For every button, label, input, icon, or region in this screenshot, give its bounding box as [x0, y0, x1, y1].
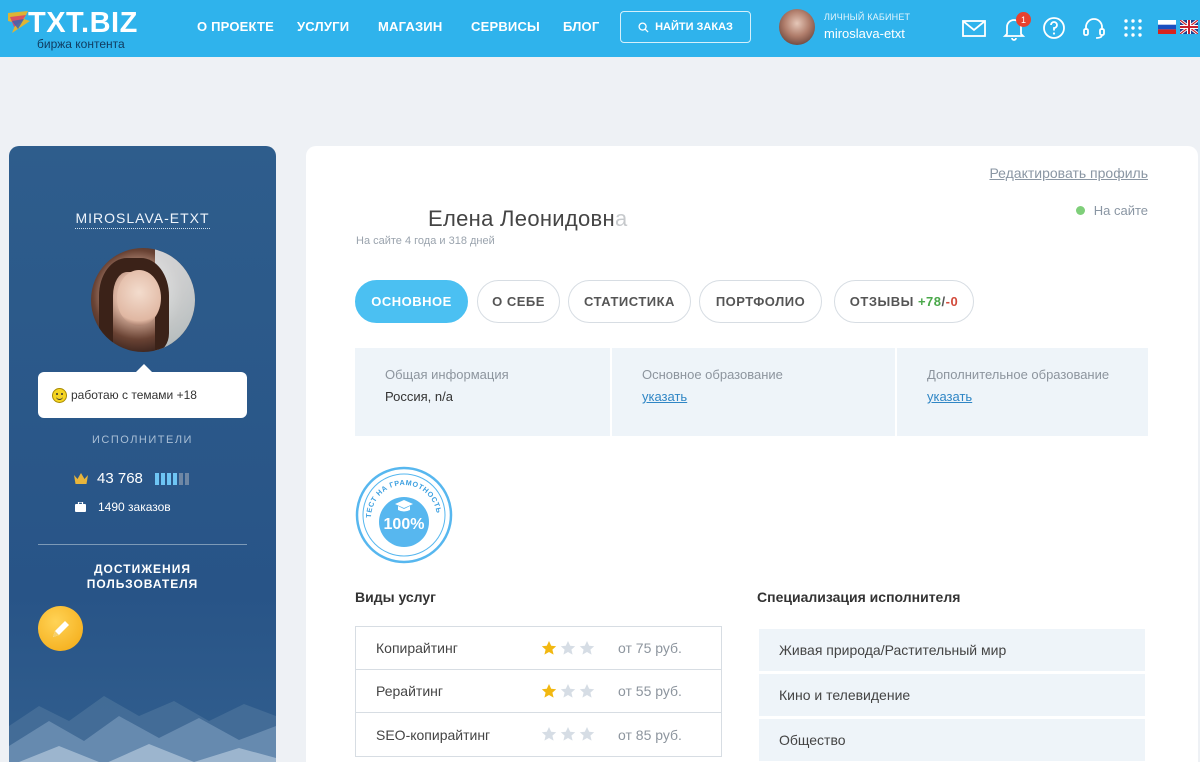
apps-grid-icon[interactable]: [1120, 15, 1146, 41]
themes-tooltip-text: работаю с темами +18: [71, 388, 197, 402]
service-stars: [541, 683, 595, 699]
cabinet-caption: ЛИЧНЫЙ КАБИНЕТ: [824, 12, 911, 22]
star-icon: [579, 727, 595, 741]
mail-icon[interactable]: [961, 15, 987, 41]
star-icon: [541, 641, 557, 655]
sidebar-username[interactable]: MIROSLAVA-ETXT: [9, 210, 276, 229]
crown-icon: [74, 473, 88, 484]
rating-row: 43 768: [73, 470, 189, 487]
specialization-title: Специализация исполнителя: [757, 589, 961, 605]
service-stars: [541, 726, 595, 742]
profile-name: Елена Леонидовна: [428, 206, 628, 231]
tab-reviews[interactable]: ОТЗЫВЫ +78/-0: [834, 280, 974, 323]
online-status: На сайте: [1075, 203, 1148, 218]
search-icon: [638, 21, 649, 33]
nav-tools[interactable]: СЕРВИСЫ: [471, 19, 540, 34]
mountains-illustration: [9, 696, 276, 762]
extra-education-info: Дополнительное образование указать: [897, 348, 1148, 436]
nav-about[interactable]: О ПРОЕКТЕ: [197, 19, 274, 34]
education-specify-link[interactable]: указать: [642, 389, 687, 404]
star-icon: [579, 641, 595, 655]
nav-shop[interactable]: МАГАЗИН: [378, 19, 442, 34]
achievements-title: ДОСТИЖЕНИЯ ПОЛЬЗОВАТЕЛЯ: [86, 562, 199, 591]
notification-badge: 1: [1016, 12, 1031, 27]
general-info-value: Россия, n/a: [385, 389, 453, 404]
smile-icon: [52, 387, 67, 403]
service-row: Рерайтинг от 55 руб.: [356, 670, 721, 713]
star-icon: [560, 684, 576, 698]
briefcase-icon: [75, 502, 86, 512]
edit-profile-link[interactable]: Редактировать профиль: [989, 165, 1148, 181]
service-stars: [541, 640, 595, 656]
orders-row: 1490 заказов: [75, 500, 171, 514]
themes-tooltip: работаю с темами +18: [38, 364, 247, 418]
logo-text: TXT.BIZ: [28, 7, 138, 39]
find-order-label: НАЙТИ ЗАКАЗ: [655, 21, 733, 33]
info-panel: Общая информация Россия, n/a Основное об…: [355, 348, 1148, 436]
help-icon[interactable]: [1041, 15, 1067, 41]
tab-main[interactable]: ОСНОВНОЕ: [355, 280, 468, 323]
specialization-item[interactable]: Общество: [759, 719, 1145, 761]
profile-card: Редактировать профиль На сайте Елена Лео…: [306, 146, 1198, 762]
orders-count: 1490 заказов: [98, 500, 171, 514]
cabinet-username[interactable]: miroslava-etxt: [824, 26, 905, 41]
star-icon: [579, 684, 595, 698]
profile-sidebar: MIROSLAVA-ETXT работаю с темами +18 ИСПО…: [9, 146, 276, 762]
flag-en-icon[interactable]: [1180, 20, 1198, 34]
education-info: Основное образование указать: [612, 348, 895, 436]
star-icon: [560, 641, 576, 655]
headset-icon[interactable]: [1081, 15, 1107, 41]
site-logo[interactable]: TXT.BIZ биржа контента: [6, 6, 166, 52]
star-icon: [541, 727, 557, 741]
sidebar-divider: [38, 544, 247, 545]
service-name: Рерайтинг: [376, 683, 443, 699]
extra-education-label: Дополнительное образование: [927, 367, 1110, 382]
online-dot-icon: [1075, 206, 1085, 215]
service-row: Копирайтинг от 75 руб.: [356, 627, 721, 670]
tab-about[interactable]: О СЕБЕ: [477, 280, 560, 323]
specialization-item[interactable]: Живая природа/Растительный мир: [759, 629, 1145, 671]
specialization-list: Живая природа/Растительный мир Кино и тел…: [759, 629, 1145, 762]
logo-subtitle: биржа контента: [37, 37, 125, 51]
service-price: от 85 руб.: [618, 726, 682, 743]
literacy-score: 100%: [384, 516, 425, 533]
rating-value: 43 768: [97, 470, 143, 487]
star-icon: [560, 727, 576, 741]
star-icon: [541, 684, 557, 698]
nav-blog[interactable]: БЛОГ: [563, 19, 599, 34]
flag-ru-icon[interactable]: [1158, 20, 1176, 34]
services-title: Виды услуг: [355, 589, 436, 605]
member-since: На сайте 4 года и 318 дней: [356, 235, 495, 247]
extra-education-specify-link[interactable]: указать: [927, 389, 972, 404]
profile-avatar: [91, 248, 195, 352]
find-order-button[interactable]: НАЙТИ ЗАКАЗ: [620, 11, 751, 43]
service-name: SEO-копирайтинг: [376, 726, 491, 743]
literacy-test-badge[interactable]: ТЕСТ НА ГРАМОТНОСТЬ 100%: [355, 466, 453, 564]
education-label: Основное образование: [642, 367, 783, 382]
achievement-pencil-icon[interactable]: [38, 606, 83, 651]
online-status-text: На сайте: [1093, 203, 1148, 218]
nav-services[interactable]: УСЛУГИ: [297, 19, 349, 34]
service-price: от 75 руб.: [618, 640, 682, 656]
services-table: Копирайтинг от 75 руб. Рерайтинг от 55 руб.…: [355, 626, 722, 757]
rating-level-bar: [154, 472, 189, 485]
service-name: Копирайтинг: [376, 640, 458, 656]
header-avatar[interactable]: [779, 9, 815, 45]
tab-portfolio[interactable]: ПОРТФОЛИО: [699, 280, 822, 323]
service-price: от 55 руб.: [618, 683, 682, 699]
general-info: Общая информация Россия, n/a: [355, 348, 610, 436]
executors-label: ИСПОЛНИТЕЛИ: [92, 434, 193, 446]
service-row: SEO-копирайтинг от 85 руб.: [356, 713, 721, 756]
top-bar: TXT.BIZ биржа контента О ПРОЕКТЕ УСЛУГИ …: [0, 0, 1200, 57]
tab-statistics[interactable]: СТАТИСТИКА: [568, 280, 691, 323]
specialization-item[interactable]: Кино и телевидение: [759, 674, 1145, 716]
general-info-label: Общая информация: [385, 367, 509, 382]
